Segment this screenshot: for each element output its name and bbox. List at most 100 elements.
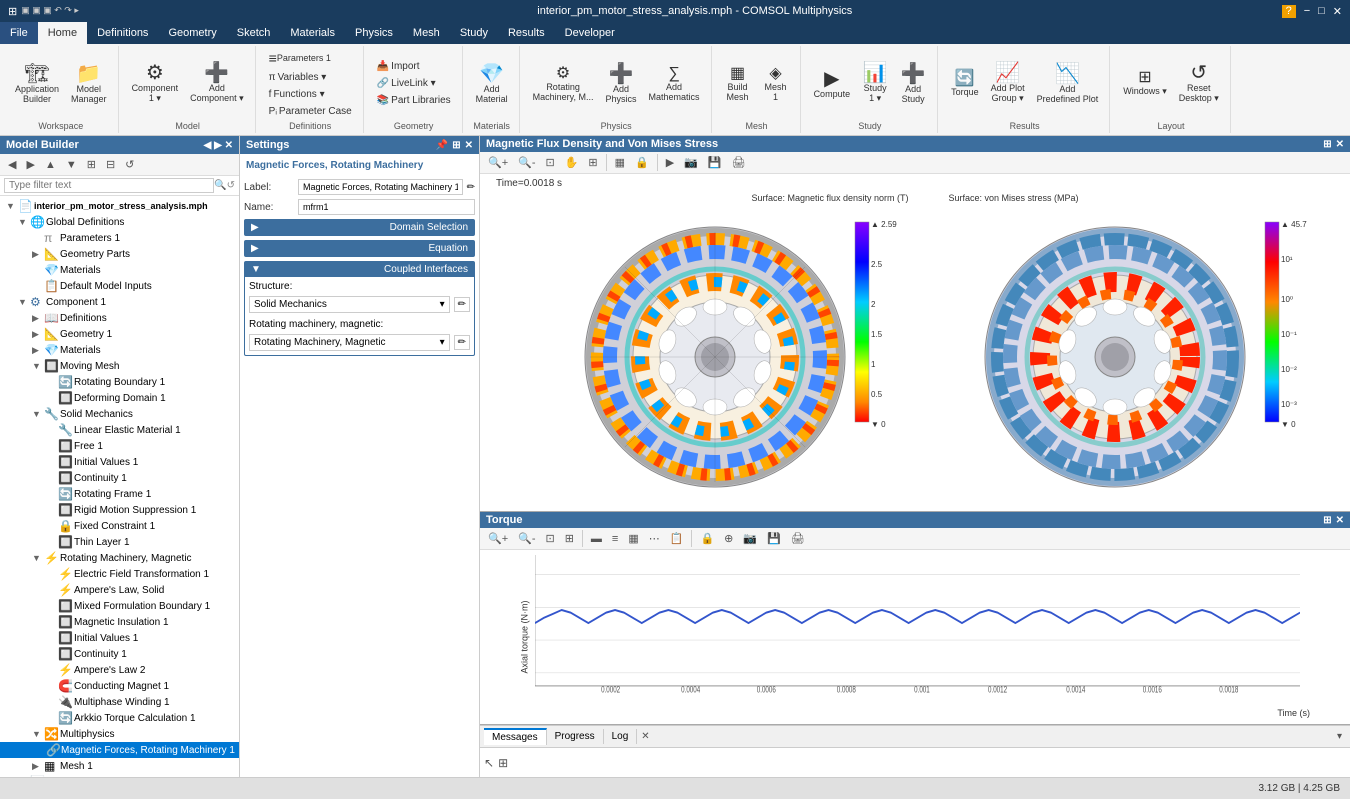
settings-label-icon[interactable]: ✏ bbox=[467, 182, 475, 193]
tree-item-continuity1[interactable]: 🔲 Continuity 1 bbox=[0, 470, 239, 486]
tree-item-multiphase-winding[interactable]: 🔌 Multiphase Winding 1 bbox=[0, 694, 239, 710]
tree-item-materials[interactable]: ▶ 💎 Materials bbox=[0, 342, 239, 358]
progress-tab[interactable]: Progress bbox=[547, 729, 604, 744]
settings-label-input[interactable] bbox=[298, 179, 463, 195]
settings-close-btn[interactable]: ✕ bbox=[465, 140, 473, 151]
livelink-button[interactable]: 🔗 LiveLink ▾ bbox=[372, 76, 441, 91]
minimize-button[interactable]: − bbox=[1304, 5, 1310, 18]
tree-item-comp1[interactable]: ▼ ⚙ Component 1 bbox=[0, 294, 239, 310]
tree-item-multiphysics[interactable]: ▼ 🔀 Multiphysics bbox=[0, 726, 239, 742]
tree-item-arkkio-torque[interactable]: 🔄 Arkkio Torque Calculation 1 bbox=[0, 710, 239, 726]
tree-item-fixed-constraint[interactable]: 🔒 Fixed Constraint 1 bbox=[0, 518, 239, 534]
tab-definitions[interactable]: Definitions bbox=[87, 22, 158, 44]
mesh1-button[interactable]: ◈ Mesh1 bbox=[758, 63, 794, 105]
torque-lock2-btn[interactable]: 🔒 bbox=[696, 530, 718, 547]
mb-up-btn[interactable]: ▲ bbox=[41, 157, 60, 173]
tree-item-amperes-law-solid[interactable]: ⚡ Ampere's Law, Solid bbox=[0, 582, 239, 598]
help-button[interactable]: ? bbox=[1282, 5, 1296, 18]
reset-desktop-button[interactable]: ↺ ResetDesktop ▾ bbox=[1174, 60, 1224, 107]
tree-item-mesh1[interactable]: ▶ ▦ Mesh 1 bbox=[0, 758, 239, 774]
mb-refresh-btn[interactable]: ↺ bbox=[121, 156, 138, 173]
tree-item-rotating-boundary[interactable]: 🔄 Rotating Boundary 1 bbox=[0, 374, 239, 390]
flux-density-undock-btn[interactable]: ⊞ bbox=[1323, 139, 1331, 150]
functions-button[interactable]: f Functions ▾ bbox=[264, 87, 330, 102]
mb-forward-btn[interactable]: ▶ bbox=[22, 156, 38, 173]
tree-item-mag-forces[interactable]: 🔗 Magnetic Forces, Rotating Machinery 1 bbox=[0, 742, 239, 758]
parameter-case-button[interactable]: Pᵢ Parameter Case bbox=[264, 104, 357, 119]
flux-density-close-btn[interactable]: ✕ bbox=[1336, 139, 1344, 150]
tab-physics[interactable]: Physics bbox=[345, 22, 403, 44]
tab-materials[interactable]: Materials bbox=[280, 22, 345, 44]
torque-print2-btn[interactable]: 🖨 bbox=[787, 530, 809, 547]
tree-item-geom1[interactable]: ▶ 📐 Geometry 1 bbox=[0, 326, 239, 342]
tree-item-def-model-inputs[interactable]: 📋 Default Model Inputs bbox=[0, 278, 239, 294]
tree-item-moving-mesh[interactable]: ▼ 🔲 Moving Mesh bbox=[0, 358, 239, 374]
structure-select[interactable]: Solid Mechanics ▾ bbox=[249, 296, 450, 313]
tree-item-free1[interactable]: 🔲 Free 1 bbox=[0, 438, 239, 454]
torque-button[interactable]: 🔄 Torque bbox=[946, 68, 984, 100]
torque-legend-btn[interactable]: 📋 bbox=[666, 530, 688, 547]
torque-scatter-btn[interactable]: ⋯ bbox=[645, 530, 664, 547]
add-physics-button[interactable]: ➕ AddPhysics bbox=[601, 61, 642, 107]
mb-down-btn[interactable]: ▼ bbox=[62, 157, 81, 173]
settings-pin-btn[interactable]: 📌 bbox=[436, 140, 448, 151]
tab-results[interactable]: Results bbox=[498, 22, 555, 44]
export-btn[interactable]: 💾 bbox=[704, 154, 726, 171]
component-button[interactable]: ⚙ Component1 ▾ bbox=[127, 60, 184, 107]
settings-coupled-header[interactable]: ▼ Coupled Interfaces bbox=[245, 262, 474, 277]
zoom-in-btn[interactable]: 🔍+ bbox=[484, 154, 512, 171]
zoom-extents-btn[interactable]: ⊞ bbox=[584, 154, 601, 171]
tab-home[interactable]: Home bbox=[38, 22, 87, 44]
zoom-out-btn[interactable]: 🔍- bbox=[514, 154, 539, 171]
build-mesh-button[interactable]: ▦ BuildMesh bbox=[720, 63, 756, 105]
torque-bar-btn[interactable]: ▬ bbox=[587, 531, 606, 547]
rotating-machinery-edit-btn[interactable]: ✏ bbox=[454, 335, 470, 350]
compute-button[interactable]: ▶ Compute bbox=[809, 66, 856, 102]
add-component-button[interactable]: ➕ AddComponent ▾ bbox=[185, 60, 249, 107]
tree-item-initial-values1[interactable]: 🔲 Initial Values 1 bbox=[0, 454, 239, 470]
tree-item-rotating-frame1[interactable]: 🔄 Rotating Frame 1 bbox=[0, 486, 239, 502]
tree-item-global-def[interactable]: ▼ 🌐 Global Definitions bbox=[0, 214, 239, 230]
torque-undock-btn[interactable]: ⊞ bbox=[1323, 515, 1331, 526]
import-button[interactable]: 📥 Import bbox=[372, 59, 425, 74]
tree-item-study1[interactable]: ▼ 📊 Study 1 bbox=[0, 774, 239, 777]
tree-item-rotating-mach-mag[interactable]: ▼ ⚡ Rotating Machinery, Magnetic bbox=[0, 550, 239, 566]
add-material-button[interactable]: 💎 AddMaterial bbox=[471, 61, 513, 107]
pan-btn[interactable]: ✋ bbox=[561, 154, 583, 171]
tree-item-initial-values2[interactable]: 🔲 Initial Values 1 bbox=[0, 630, 239, 646]
torque-zoom-box-btn[interactable]: ⊡ bbox=[541, 530, 558, 547]
msg-tab-close[interactable]: ✕ bbox=[641, 731, 649, 742]
messages-tab[interactable]: Messages bbox=[484, 728, 547, 745]
add-mathematics-button[interactable]: ∑ AddMathematics bbox=[644, 63, 705, 105]
variables-button[interactable]: π Variables ▾ bbox=[264, 70, 332, 85]
tree-item-mixed-formulation[interactable]: 🔲 Mixed Formulation Boundary 1 bbox=[0, 598, 239, 614]
tree-item-conducting-magnet[interactable]: 🧲 Conducting Magnet 1 bbox=[0, 678, 239, 694]
settings-domain-header[interactable]: ▶ Domain Selection bbox=[245, 220, 474, 235]
tree-item-root[interactable]: ▼ 📄 interior_pm_motor_stress_analysis.mp… bbox=[0, 198, 239, 214]
msg-expand-btn[interactable]: ▾ bbox=[1333, 731, 1346, 742]
refresh-icon[interactable]: ↺ bbox=[227, 180, 235, 191]
part-libraries-button[interactable]: 📚 Part Libraries bbox=[372, 93, 456, 108]
torque-export2-btn[interactable]: 💾 bbox=[763, 530, 785, 547]
settings-name-input[interactable] bbox=[298, 199, 475, 215]
torque-zoom-out-btn[interactable]: 🔍- bbox=[514, 530, 539, 547]
application-builder-button[interactable]: 🏗 ApplicationBuilder bbox=[10, 61, 64, 107]
tab-file[interactable]: File bbox=[0, 22, 38, 44]
add-predefined-plot-button[interactable]: 📉 AddPredefined Plot bbox=[1032, 61, 1104, 107]
study1-button[interactable]: 📊 Study1 ▾ bbox=[857, 60, 893, 107]
tree-item-params1[interactable]: π Parameters 1 bbox=[0, 230, 239, 246]
tree-item-electric-field[interactable]: ⚡ Electric Field Transformation 1 bbox=[0, 566, 239, 582]
camera-btn[interactable]: 📷 bbox=[680, 154, 702, 171]
structure-edit-btn[interactable]: ✏ bbox=[454, 297, 470, 312]
torque-close-btn[interactable]: ✕ bbox=[1336, 515, 1344, 526]
add-study-button[interactable]: ➕ AddStudy bbox=[895, 61, 931, 107]
close-button[interactable]: ✕ bbox=[1333, 5, 1342, 18]
show-mesh-btn[interactable]: ▦ bbox=[611, 154, 629, 171]
windows-button[interactable]: ⊞ Windows ▾ bbox=[1118, 67, 1172, 100]
search-input[interactable] bbox=[4, 178, 214, 193]
parameters-button[interactable]: ≡ Parameters 1 bbox=[264, 48, 336, 68]
rotating-machinery-button[interactable]: ⚙ RotatingMachinery, M... bbox=[528, 63, 599, 105]
zoom-box-btn[interactable]: ⊡ bbox=[541, 154, 558, 171]
tab-geometry[interactable]: Geometry bbox=[158, 22, 226, 44]
settings-expand-btn[interactable]: ⊞ bbox=[452, 140, 460, 151]
